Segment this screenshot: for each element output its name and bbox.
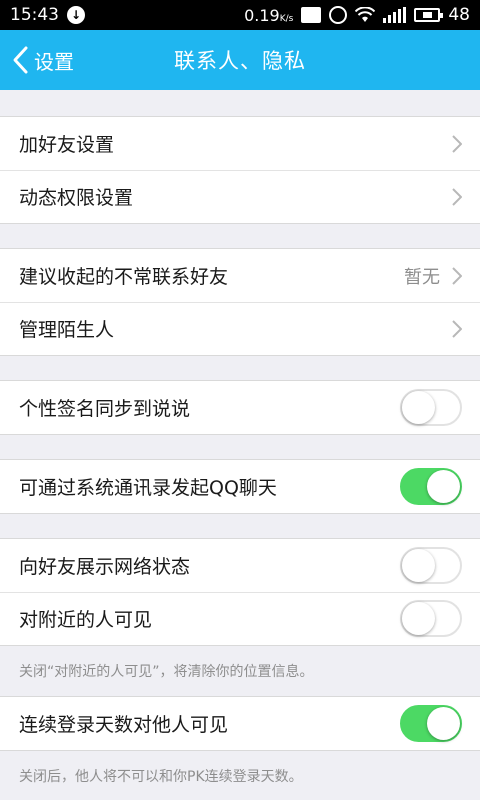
chevron-right-icon: [452, 266, 462, 285]
download-icon: ↓: [67, 6, 85, 24]
toggle-knob: [427, 707, 460, 740]
wifi-icon: [355, 7, 376, 23]
login-days-note: 关闭后，他人将不可以和你PK连续登录天数。: [19, 769, 303, 785]
row-login-days: 连续登录天数对他人可见: [0, 697, 480, 750]
row-fold-contacts[interactable]: 建议收起的不常联系好友 暂无: [0, 249, 480, 302]
toggle-knob: [427, 470, 460, 503]
login-days-toggle[interactable]: [400, 705, 462, 742]
group-signature: 个性签名同步到说说: [0, 380, 480, 435]
row-label: 管理陌生人: [19, 319, 115, 341]
status-bar-right: 0.19K/s 48: [244, 5, 470, 25]
group-visibility: 向好友展示网络状态 对附近的人可见: [0, 538, 480, 646]
row-label: 个性签名同步到说说: [19, 398, 191, 420]
row-label: 向好友展示网络状态: [19, 556, 191, 578]
signal-icon: [383, 7, 407, 23]
row-feed-permission[interactable]: 动态权限设置: [0, 170, 480, 223]
row-signature-sync: 个性签名同步到说说: [0, 381, 480, 434]
toggle-knob: [402, 602, 435, 635]
row-network-status: 向好友展示网络状态: [0, 539, 480, 592]
chevron-right-icon: [452, 134, 462, 153]
nearby-visible-toggle[interactable]: [400, 600, 462, 637]
address-book-chat-toggle[interactable]: [400, 468, 462, 505]
row-label: 加好友设置: [19, 134, 115, 156]
back-label: 设置: [34, 49, 74, 74]
back-button[interactable]: 设置: [10, 30, 74, 90]
battery-icon: [414, 8, 444, 22]
row-nearby-visible: 对附近的人可见: [0, 592, 480, 645]
row-label: 建议收起的不常联系好友: [19, 266, 229, 288]
chevron-right-icon: [452, 319, 462, 338]
chevron-right-icon: [452, 187, 462, 206]
status-bar: 15:43 ↓ 0.19K/s 48: [0, 0, 480, 30]
chevron-left-icon: [13, 46, 28, 74]
nearby-visible-note: 关闭“对附近的人可见”，将清除你的位置信息。: [19, 664, 314, 680]
settings-list: 加好友设置 动态权限设置 建议收起的不常联系好友 暂无 管理陌生人 个性签名同步…: [0, 90, 480, 800]
battery-level: 48: [448, 5, 470, 25]
group-friend-settings: 加好友设置 动态权限设置: [0, 116, 480, 224]
nav-bar: 设置 联系人、隐私: [0, 30, 480, 90]
row-value: 暂无: [404, 266, 440, 288]
message-icon: [301, 7, 322, 23]
toggle-knob: [402, 391, 435, 424]
network-speed-unit: K/s: [279, 13, 294, 24]
group-login-days: 连续登录天数对他人可见: [0, 696, 480, 751]
row-label: 连续登录天数对他人可见: [19, 714, 229, 736]
group-address-book: 可通过系统通讯录发起QQ聊天: [0, 459, 480, 514]
signature-sync-toggle[interactable]: [400, 389, 462, 426]
status-bar-left: 15:43 ↓: [10, 5, 85, 25]
row-manage-strangers[interactable]: 管理陌生人: [0, 302, 480, 355]
network-speed: 0.19K/s: [244, 6, 293, 25]
group-contacts: 建议收起的不常联系好友 暂无 管理陌生人: [0, 248, 480, 356]
row-label: 对附近的人可见: [19, 609, 153, 631]
toggle-knob: [402, 549, 435, 582]
row-address-book-chat: 可通过系统通讯录发起QQ聊天: [0, 460, 480, 513]
network-speed-value: 0.19: [244, 5, 280, 25]
row-label: 可通过系统通讯录发起QQ聊天: [19, 477, 277, 499]
row-add-friend-settings[interactable]: 加好友设置: [0, 117, 480, 170]
page-title: 联系人、隐私: [174, 49, 306, 73]
network-status-toggle[interactable]: [400, 547, 462, 584]
row-label: 动态权限设置: [19, 187, 134, 209]
status-time: 15:43: [10, 5, 59, 25]
alarm-icon: [329, 6, 348, 24]
